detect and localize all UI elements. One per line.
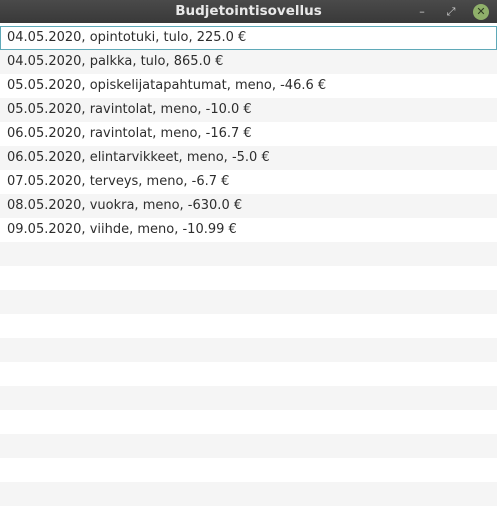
empty-list-row [0, 338, 497, 362]
minimize-icon[interactable]: – [414, 4, 430, 20]
list-item-label: 09.05.2020, viihde, meno, -10.99 € [7, 222, 237, 237]
list-item[interactable]: 05.05.2020, ravintolat, meno, -10.0 € [0, 98, 497, 122]
empty-list-row [0, 458, 497, 482]
list-item-label: 07.05.2020, terveys, meno, -6.7 € [7, 174, 230, 189]
list-item-label: 06.05.2020, ravintolat, meno, -16.7 € [7, 126, 252, 141]
empty-list-row [0, 482, 497, 506]
list-item-label: 05.05.2020, ravintolat, meno, -10.0 € [7, 102, 252, 117]
empty-list-row [0, 386, 497, 410]
empty-list-row [0, 242, 497, 266]
list-item[interactable]: 05.05.2020, opiskelijatapahtumat, meno, … [0, 74, 497, 98]
list-item[interactable]: 06.05.2020, ravintolat, meno, -16.7 € [0, 122, 497, 146]
list-item-label: 04.05.2020, opintotuki, tulo, 225.0 € [7, 30, 247, 45]
close-icon[interactable]: ✕ [473, 4, 489, 20]
list-item[interactable]: 08.05.2020, vuokra, meno, -630.0 € [0, 194, 497, 218]
list-item[interactable]: 04.05.2020, opintotuki, tulo, 225.0 € [0, 26, 497, 50]
transaction-list[interactable]: 04.05.2020, opintotuki, tulo, 225.0 € 04.… [0, 26, 497, 522]
list-item-label: 08.05.2020, vuokra, meno, -630.0 € [7, 198, 243, 213]
list-item[interactable]: 09.05.2020, viihde, meno, -10.99 € [0, 218, 497, 242]
empty-list-row [0, 410, 497, 434]
list-item[interactable]: 06.05.2020, elintarvikkeet, meno, -5.0 € [0, 146, 497, 170]
list-item[interactable]: 04.05.2020, palkka, tulo, 865.0 € [0, 50, 497, 74]
maximize-icon[interactable]: ⤢ [443, 4, 459, 20]
empty-list-row [0, 434, 497, 458]
empty-list-row [0, 266, 497, 290]
empty-list-row [0, 290, 497, 314]
empty-list-row [0, 314, 497, 338]
list-item-label: 04.05.2020, palkka, tulo, 865.0 € [7, 54, 224, 69]
list-item-label: 06.05.2020, elintarvikkeet, meno, -5.0 € [7, 150, 270, 165]
app-window: Budjetointisovellus – ⤢ ✕ 04.05.2020, op… [0, 0, 497, 522]
title-bar[interactable]: Budjetointisovellus – ⤢ ✕ [0, 0, 497, 23]
list-item[interactable]: 07.05.2020, terveys, meno, -6.7 € [0, 170, 497, 194]
list-item-label: 05.05.2020, opiskelijatapahtumat, meno, … [7, 78, 327, 93]
empty-list-row [0, 506, 497, 522]
empty-list-row [0, 362, 497, 386]
